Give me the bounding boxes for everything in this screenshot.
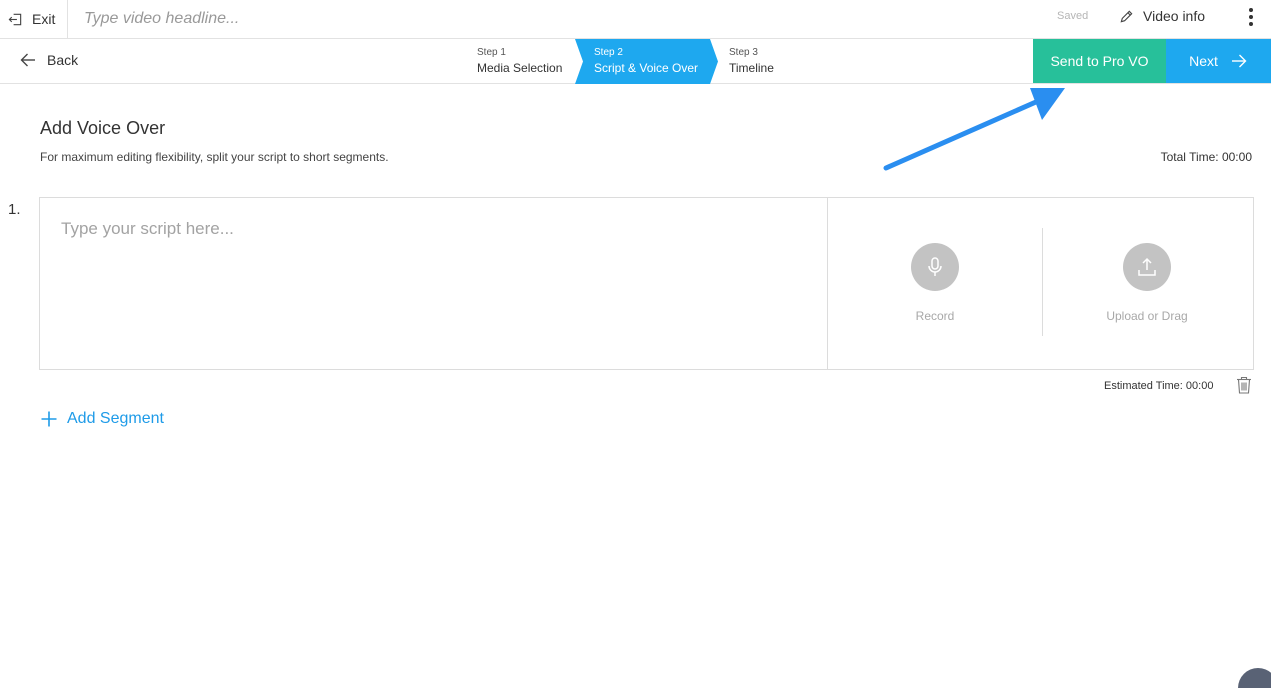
kebab-menu-icon [1249, 8, 1253, 12]
arrow-left-icon [20, 53, 35, 67]
video-info-label: Video info [1143, 8, 1206, 24]
record-circle [911, 243, 959, 291]
back-button[interactable]: Back [19, 51, 78, 69]
page-title: Add Voice Over [40, 118, 166, 138]
page-subtitle: For maximum editing flexibility, split y… [40, 150, 389, 164]
video-info-button[interactable]: Video info [1119, 6, 1205, 26]
arrow-right-icon [1231, 54, 1247, 68]
record-label: Record [915, 309, 955, 323]
saved-status: Saved [1057, 10, 1089, 22]
step-media-selection[interactable]: Step 1 Media Selection [477, 39, 562, 83]
annotation-arrow [883, 88, 1065, 171]
step-number: Step 2 [594, 47, 623, 58]
estimated-time: Estimated Time: 00:00 [1104, 380, 1214, 392]
segment-number: 1. [8, 201, 21, 218]
step-timeline[interactable]: Step 3 Timeline [729, 39, 774, 83]
pencil-icon [1120, 10, 1133, 22]
video-headline-input[interactable] [84, 6, 684, 32]
next-button[interactable]: Next [1166, 39, 1271, 83]
add-segment-label: Add Segment [67, 410, 164, 427]
step-number: Step 3 [729, 47, 758, 58]
step-name: Script & Voice Over [594, 61, 699, 75]
upload-label: Upload or Drag [1106, 309, 1188, 323]
add-segment-button[interactable]: Add Segment [40, 410, 164, 428]
voice-over-segment: Record Upload or Drag [39, 197, 1254, 370]
trash-icon[interactable] [1236, 376, 1252, 394]
total-time: Total Time: 00:00 [1160, 150, 1252, 164]
send-to-pro-vo-button[interactable]: Send to Pro VO [1033, 39, 1166, 83]
step-number: Step 1 [477, 47, 506, 58]
exit-button[interactable]: Exit [0, 0, 68, 38]
step-script-voice-over[interactable]: Step 2 Script & Voice Over [594, 39, 698, 83]
step-name: Timeline [729, 61, 774, 75]
next-label: Next [1189, 53, 1218, 69]
plus-icon [41, 411, 57, 427]
upload-icon [1138, 257, 1156, 276]
upload-circle [1123, 243, 1171, 291]
more-menu-button[interactable] [1241, 6, 1261, 28]
top-bar: Exit Saved Video info [0, 0, 1271, 39]
chat-widget-button[interactable] [1238, 668, 1271, 688]
exit-label: Exit [32, 11, 56, 27]
script-input[interactable] [40, 198, 828, 369]
upload-button[interactable]: Upload or Drag [1067, 243, 1227, 323]
back-label: Back [47, 52, 79, 68]
microphone-icon [928, 257, 942, 276]
record-button[interactable]: Record [855, 243, 1015, 323]
exit-door-icon [8, 13, 22, 25]
steps-bar: Back Step 1 Media Selection Step 2 Scrip… [0, 39, 1271, 84]
divider [1042, 228, 1043, 336]
step-name: Media Selection [477, 61, 563, 75]
